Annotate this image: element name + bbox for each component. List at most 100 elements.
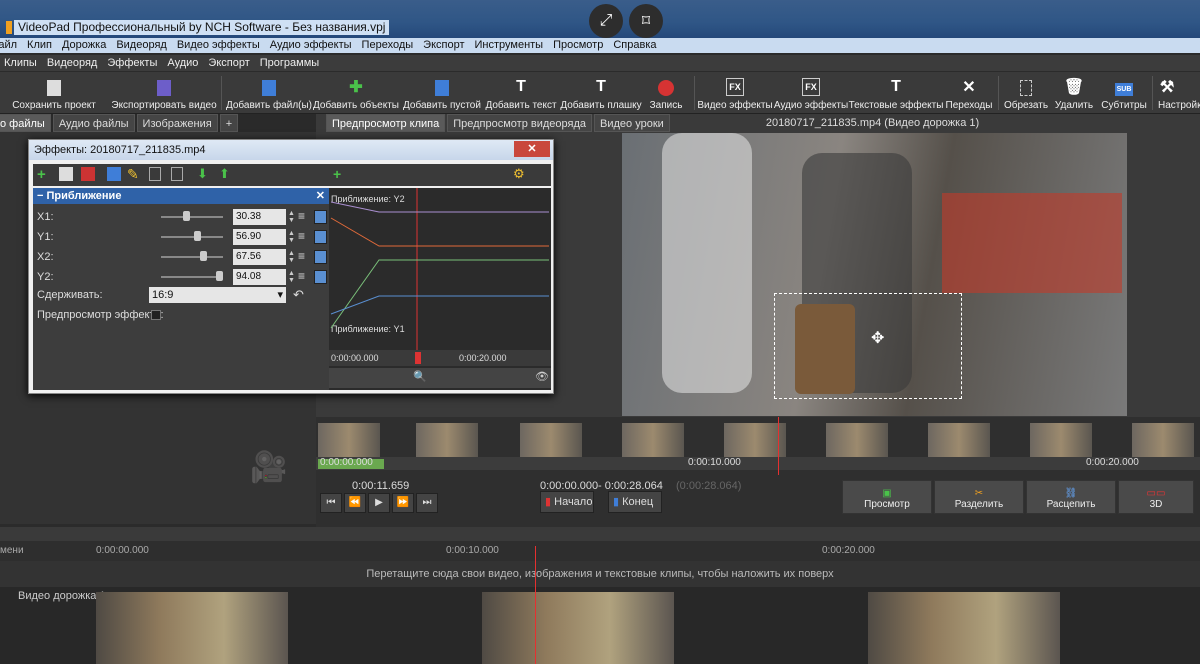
set-end-button[interactable]: ▮ Конец <box>608 491 662 513</box>
tab-audio-files[interactable]: Аудио файлы <box>52 114 135 132</box>
menu-view[interactable]: Просмотр <box>553 38 603 53</box>
tab-video-files[interactable]: о файлы <box>0 114 51 132</box>
tab-sequence-preview[interactable]: Предпросмотр видеоряда <box>447 114 593 132</box>
spinner-icon[interactable]: ▲ ▼ <box>288 270 295 284</box>
clip-playhead[interactable] <box>778 417 779 475</box>
add-text-button[interactable]: T Добавить текст <box>485 72 556 114</box>
preview-button[interactable]: ▣ Просмотр <box>842 480 932 514</box>
export-video-button[interactable]: Экспортировать видео <box>111 72 217 114</box>
close-effect-icon[interactable]: ✕ <box>316 188 325 204</box>
curve-icon[interactable] <box>314 230 327 244</box>
subtitles-button[interactable]: SUB Субтитры <box>1100 72 1148 114</box>
ribbon-tab-sequence[interactable]: Видеоряд <box>47 55 98 71</box>
save-project-button[interactable]: Сохранить проект <box>12 72 96 114</box>
ribbon-tab-programs[interactable]: Программы <box>260 55 319 71</box>
split-button[interactable]: ✂ Разделить <box>934 480 1024 514</box>
preview-effect-checkbox[interactable] <box>151 310 161 320</box>
menu-lines-icon[interactable]: ≡ <box>298 210 308 224</box>
graph-scrollbar[interactable]: 🔍 👁 <box>329 368 551 388</box>
add-keyframe-icon[interactable]: + <box>333 166 341 182</box>
timeline-divider[interactable] <box>0 527 1200 541</box>
add-objects-button[interactable]: ✚ Добавить объекты <box>313 72 399 114</box>
undo-icon[interactable]: ↶ <box>293 287 304 303</box>
film-save-icon[interactable] <box>171 167 183 181</box>
menu-video-effects[interactable]: Видео эффекты <box>177 38 260 53</box>
zoom-out-icon[interactable]: 🔍 <box>413 370 427 383</box>
open-external-icon[interactable]: ⤢ <box>589 4 623 38</box>
timeline-ruler[interactable]: мени 0:00:00.000 0:00:10.000 0:00:20.000 <box>0 541 1200 561</box>
timeline-clip[interactable] <box>868 592 1060 664</box>
timeline-clip[interactable] <box>482 592 674 664</box>
param-slider[interactable] <box>161 231 223 241</box>
eye-icon[interactable]: 👁 <box>535 370 549 383</box>
video-effects-button[interactable]: FX Видео эффекты <box>697 72 773 114</box>
slider-knob[interactable] <box>215 271 223 281</box>
add-effect-icon[interactable]: + <box>37 166 53 184</box>
bookmark-icon[interactable]: ⌑ <box>629 4 663 38</box>
3d-button[interactable]: ▭▭ 3D <box>1118 480 1194 514</box>
timeline-clip[interactable] <box>96 592 288 664</box>
unlink-button[interactable]: ⛓ Расцепить <box>1026 480 1116 514</box>
transitions-button[interactable]: ✕ Переходы <box>944 72 994 114</box>
save-preset-icon[interactable] <box>107 167 121 181</box>
overlay-drop-hint[interactable]: Перетащите сюда свои видео, изображения … <box>0 561 1200 587</box>
settings-button[interactable]: ⚒ Настройк <box>1158 72 1200 114</box>
menu-lines-icon[interactable]: ≡ <box>298 250 308 264</box>
slider-knob[interactable] <box>183 211 191 221</box>
go-start-button[interactable]: ⏮ <box>320 493 342 513</box>
spinner-icon[interactable]: ▲ ▼ <box>288 250 295 264</box>
slider-knob[interactable] <box>200 251 208 261</box>
crop-button[interactable]: Обрезать <box>1004 72 1048 114</box>
menu-lines-icon[interactable]: ≡ <box>298 270 308 284</box>
copy-effect-icon[interactable] <box>59 167 73 181</box>
param-value-input[interactable]: 30.38 <box>233 209 286 225</box>
constrain-select[interactable]: 16:9 ▾ <box>149 287 286 303</box>
add-caption-button[interactable]: T Добавить плашку <box>560 72 642 114</box>
pencil-icon[interactable]: ✎ <box>127 166 139 183</box>
curve-icon[interactable] <box>314 270 327 284</box>
next-frame-button[interactable]: ⏩ <box>392 493 414 513</box>
keyframe-settings-icon[interactable]: ⚙ <box>513 166 525 182</box>
remove-effect-icon[interactable] <box>81 167 95 181</box>
add-blank-button[interactable]: Добавить пустой <box>402 72 482 114</box>
delete-button[interactable]: 🗑 Удалить <box>1054 72 1094 114</box>
ribbon-tab-clips[interactable]: Клипы <box>4 55 37 71</box>
menu-sequence[interactable]: Видеоряд <box>116 38 167 53</box>
timeline-playhead[interactable] <box>535 546 536 664</box>
prev-frame-button[interactable]: ⏪ <box>344 493 366 513</box>
playhead-marker[interactable] <box>415 352 421 364</box>
param-slider[interactable] <box>161 211 223 221</box>
param-slider[interactable] <box>161 271 223 281</box>
spinner-icon[interactable]: ▲ ▼ <box>288 230 295 244</box>
param-value-input[interactable]: 67.56 <box>233 249 286 265</box>
menu-lines-icon[interactable]: ≡ <box>298 230 308 244</box>
tab-clip-preview[interactable]: Предпросмотр клипа <box>326 114 446 132</box>
curve-icon[interactable] <box>314 210 327 224</box>
ribbon-tab-effects[interactable]: Эффекты <box>107 55 157 71</box>
add-files-button[interactable]: Добавить файл(ы) <box>226 72 312 114</box>
ribbon-tab-export[interactable]: Экспорт <box>208 55 249 71</box>
text-effects-button[interactable]: T Текстовые эффекты <box>849 72 944 114</box>
arrow-up-icon[interactable]: ⬆ <box>219 166 230 182</box>
slider-knob[interactable] <box>194 231 202 241</box>
spinner-icon[interactable]: ▲ ▼ <box>288 210 295 224</box>
menu-clip[interactable]: Клип <box>27 38 52 53</box>
set-start-button[interactable]: ▮ Начало <box>540 491 594 513</box>
film-icon[interactable] <box>149 167 161 181</box>
param-value-input[interactable]: 56.90 <box>233 229 286 245</box>
menu-track[interactable]: Дорожка <box>62 38 106 53</box>
close-icon[interactable]: ✕ <box>514 141 550 157</box>
menu-file[interactable]: Файл <box>0 38 17 53</box>
go-end-button[interactable]: ⏭ <box>416 493 438 513</box>
keyframe-graph[interactable]: Приближение: Y2 Приближение: Y1 0:00:00.… <box>329 188 551 390</box>
tab-images[interactable]: Изображения <box>136 114 218 132</box>
play-button[interactable]: ▶ <box>368 493 390 513</box>
menu-export[interactable]: Экспорт <box>423 38 464 53</box>
arrow-down-icon[interactable]: ⬇ <box>197 166 208 182</box>
clip-ruler[interactable]: 0:00:00.000 0:00:10.000 0:00:20.000 <box>316 457 1200 470</box>
menu-transitions[interactable]: Переходы <box>362 38 414 53</box>
menu-audio-effects[interactable]: Аудио эффекты <box>270 38 352 53</box>
ribbon-tab-audio[interactable]: Аудио <box>167 55 198 71</box>
param-value-input[interactable]: 94.08 <box>233 269 286 285</box>
add-bin-tab[interactable]: + <box>219 114 239 132</box>
